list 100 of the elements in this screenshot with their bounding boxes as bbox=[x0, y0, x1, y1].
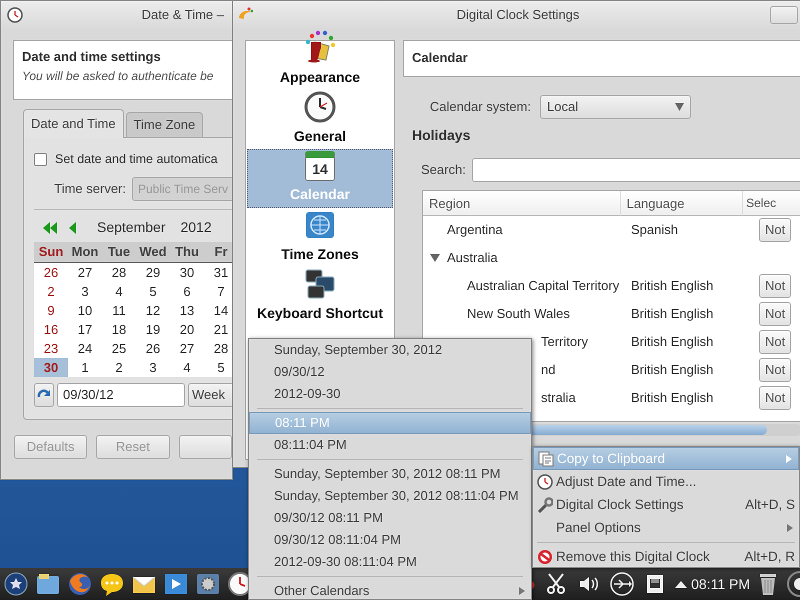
selection-dropdown[interactable]: Not bbox=[759, 358, 792, 382]
weekday-header: Thu bbox=[170, 242, 204, 263]
double-arrow-left-icon[interactable] bbox=[42, 220, 58, 235]
calendar-day[interactable]: 28 bbox=[204, 338, 232, 358]
menu-item[interactable]: 2012-09-30 08:11:04 PM bbox=[249, 551, 531, 573]
column-header[interactable]: Region bbox=[423, 191, 621, 216]
checkbox[interactable] bbox=[34, 152, 47, 166]
selection-dropdown[interactable]: Not bbox=[759, 302, 792, 326]
refresh-button[interactable] bbox=[34, 382, 54, 407]
sidebar-item[interactable]: Keyboard Shortcut bbox=[247, 267, 393, 326]
window-title: Date & Time – bbox=[142, 6, 225, 24]
folder-icon[interactable] bbox=[35, 571, 61, 597]
calendar-day[interactable]: 13 bbox=[170, 300, 204, 320]
calendar-day[interactable]: 21 bbox=[204, 320, 232, 339]
menu-item[interactable]: Sunday, September 30, 2012 08:11 PM bbox=[249, 463, 531, 485]
expand-triangle-icon[interactable] bbox=[430, 253, 440, 263]
arrow-left-icon[interactable] bbox=[68, 220, 77, 235]
menu-item[interactable]: 08:11:04 PM bbox=[249, 434, 531, 456]
menu-item[interactable]: Remove this Digital Clock Alt+D, R bbox=[533, 545, 799, 568]
calendar-day[interactable]: 16 bbox=[34, 320, 68, 339]
panel-heading: Date and time settings bbox=[22, 48, 162, 66]
calendar-day[interactable]: 19 bbox=[136, 320, 170, 339]
calendar-day[interactable]: 6 bbox=[170, 282, 204, 301]
sidebar-item[interactable]: Appearance bbox=[247, 31, 393, 90]
month-label[interactable]: September bbox=[97, 217, 166, 238]
sidebar-item[interactable]: 14 Calendar bbox=[247, 149, 393, 208]
play-icon[interactable] bbox=[163, 571, 189, 597]
menu-item[interactable]: Sunday, September 30, 2012 08:11:04 PM bbox=[249, 485, 531, 507]
calendar-day[interactable]: 9 bbox=[34, 300, 68, 320]
chat-bubble-icon[interactable] bbox=[99, 571, 125, 597]
calendar-day[interactable]: 11 bbox=[102, 300, 136, 320]
calendar-day[interactable]: 25 bbox=[102, 338, 136, 358]
calendar-day[interactable]: 30 bbox=[34, 358, 68, 377]
calendar-day[interactable]: 20 bbox=[170, 320, 204, 339]
calendar-day[interactable]: 24 bbox=[68, 338, 102, 358]
year-label[interactable]: 2012 bbox=[180, 217, 212, 238]
menu-item[interactable]: 09/30/12 08:11 PM bbox=[249, 507, 531, 529]
tab[interactable]: Date and Time bbox=[23, 109, 124, 138]
gear-window-icon[interactable] bbox=[195, 571, 221, 597]
calendar-day[interactable]: 2 bbox=[34, 282, 68, 301]
menu-item[interactable]: Other Calendars bbox=[249, 580, 531, 600]
paint-swirl-icon bbox=[237, 6, 253, 22]
selection-dropdown[interactable]: Not bbox=[759, 274, 792, 298]
calendar-day[interactable]: 12 bbox=[136, 300, 170, 320]
calendar-day[interactable]: 23 bbox=[34, 338, 68, 358]
tab[interactable]: Time Zone bbox=[126, 112, 204, 137]
calendar-day[interactable]: 17 bbox=[68, 320, 102, 339]
menu-item[interactable]: Adjust Date and Time... bbox=[533, 470, 799, 493]
calendar-day[interactable]: 14 bbox=[204, 300, 232, 320]
calendar-day[interactable]: 31 bbox=[204, 262, 232, 282]
calendar-day[interactable]: 5 bbox=[204, 358, 232, 377]
calendar-day[interactable]: 4 bbox=[170, 358, 204, 377]
menu-item[interactable]: 09/30/12 bbox=[249, 361, 531, 383]
calendar-day[interactable]: 30 bbox=[170, 262, 204, 282]
calendar-day[interactable]: 29 bbox=[136, 262, 170, 282]
search-field[interactable] bbox=[472, 158, 800, 182]
selection-dropdown[interactable]: Not bbox=[759, 218, 792, 242]
table-cell-text: Argentina bbox=[447, 221, 503, 240]
menu-item[interactable]: 2012-09-30 bbox=[249, 383, 531, 405]
menu-item[interactable]: 09/30/12 08:11:04 PM bbox=[249, 529, 531, 551]
sidebar-item[interactable]: General bbox=[247, 90, 393, 149]
clock-text[interactable]: 08:11 PM bbox=[691, 574, 750, 594]
calendar-day[interactable]: 3 bbox=[136, 358, 170, 377]
table-cell: Spanish bbox=[631, 222, 678, 238]
calendar-day[interactable]: 7 bbox=[204, 282, 232, 301]
calendar-day[interactable]: 1 bbox=[68, 358, 102, 377]
calendar-day[interactable]: 2 bbox=[102, 358, 136, 377]
selection-dropdown[interactable]: Not bbox=[759, 330, 792, 354]
calendar-day-number: 14 bbox=[312, 161, 328, 177]
calendar-day[interactable]: 18 bbox=[102, 320, 136, 339]
checkbox-label[interactable]: Set date and time automatica bbox=[55, 150, 218, 169]
column-header[interactable]: Language bbox=[620, 191, 744, 216]
field-label: Time server: bbox=[53, 180, 127, 198]
menu-item[interactable]: Digital Clock Settings Alt+D, S bbox=[533, 493, 799, 516]
up-arrow-icon[interactable] bbox=[675, 580, 688, 588]
calendar-system-dropdown[interactable]: Local bbox=[540, 95, 691, 119]
selection-dropdown[interactable]: Not bbox=[759, 386, 792, 410]
calendar-day[interactable]: 4 bbox=[102, 282, 136, 301]
server-field: Public Time Serv bbox=[132, 176, 232, 201]
globe-icon[interactable] bbox=[67, 571, 93, 597]
start-orb-icon[interactable] bbox=[3, 571, 29, 597]
calendar-day[interactable]: 28 bbox=[102, 262, 136, 282]
calendar-day[interactable]: 10 bbox=[68, 300, 102, 320]
calendar-day[interactable]: 3 bbox=[68, 282, 102, 301]
calendar-day[interactable]: 27 bbox=[68, 262, 102, 282]
sidebar-item[interactable]: Time Zones bbox=[247, 208, 393, 267]
calendar-day[interactable]: 26 bbox=[136, 338, 170, 358]
menu-item[interactable]: Panel Options bbox=[533, 516, 799, 539]
trash-icon[interactable] bbox=[757, 571, 779, 597]
calendar-day[interactable]: 5 bbox=[136, 282, 170, 301]
week-dropdown[interactable]: Week bbox=[188, 382, 232, 407]
table-cell: British English bbox=[631, 334, 714, 350]
wrench-icon bbox=[537, 496, 553, 512]
calendar-day[interactable]: 27 bbox=[170, 338, 204, 358]
menu-item[interactable]: Sunday, September 30, 2012 bbox=[249, 339, 531, 361]
date-field[interactable]: 09/30/12 bbox=[57, 382, 185, 407]
table-cell-text: Australia bbox=[447, 249, 498, 268]
weekday-header: Mon bbox=[68, 242, 102, 263]
field-label: Calendar system: bbox=[428, 98, 532, 116]
calendar-day[interactable]: 26 bbox=[34, 262, 68, 282]
